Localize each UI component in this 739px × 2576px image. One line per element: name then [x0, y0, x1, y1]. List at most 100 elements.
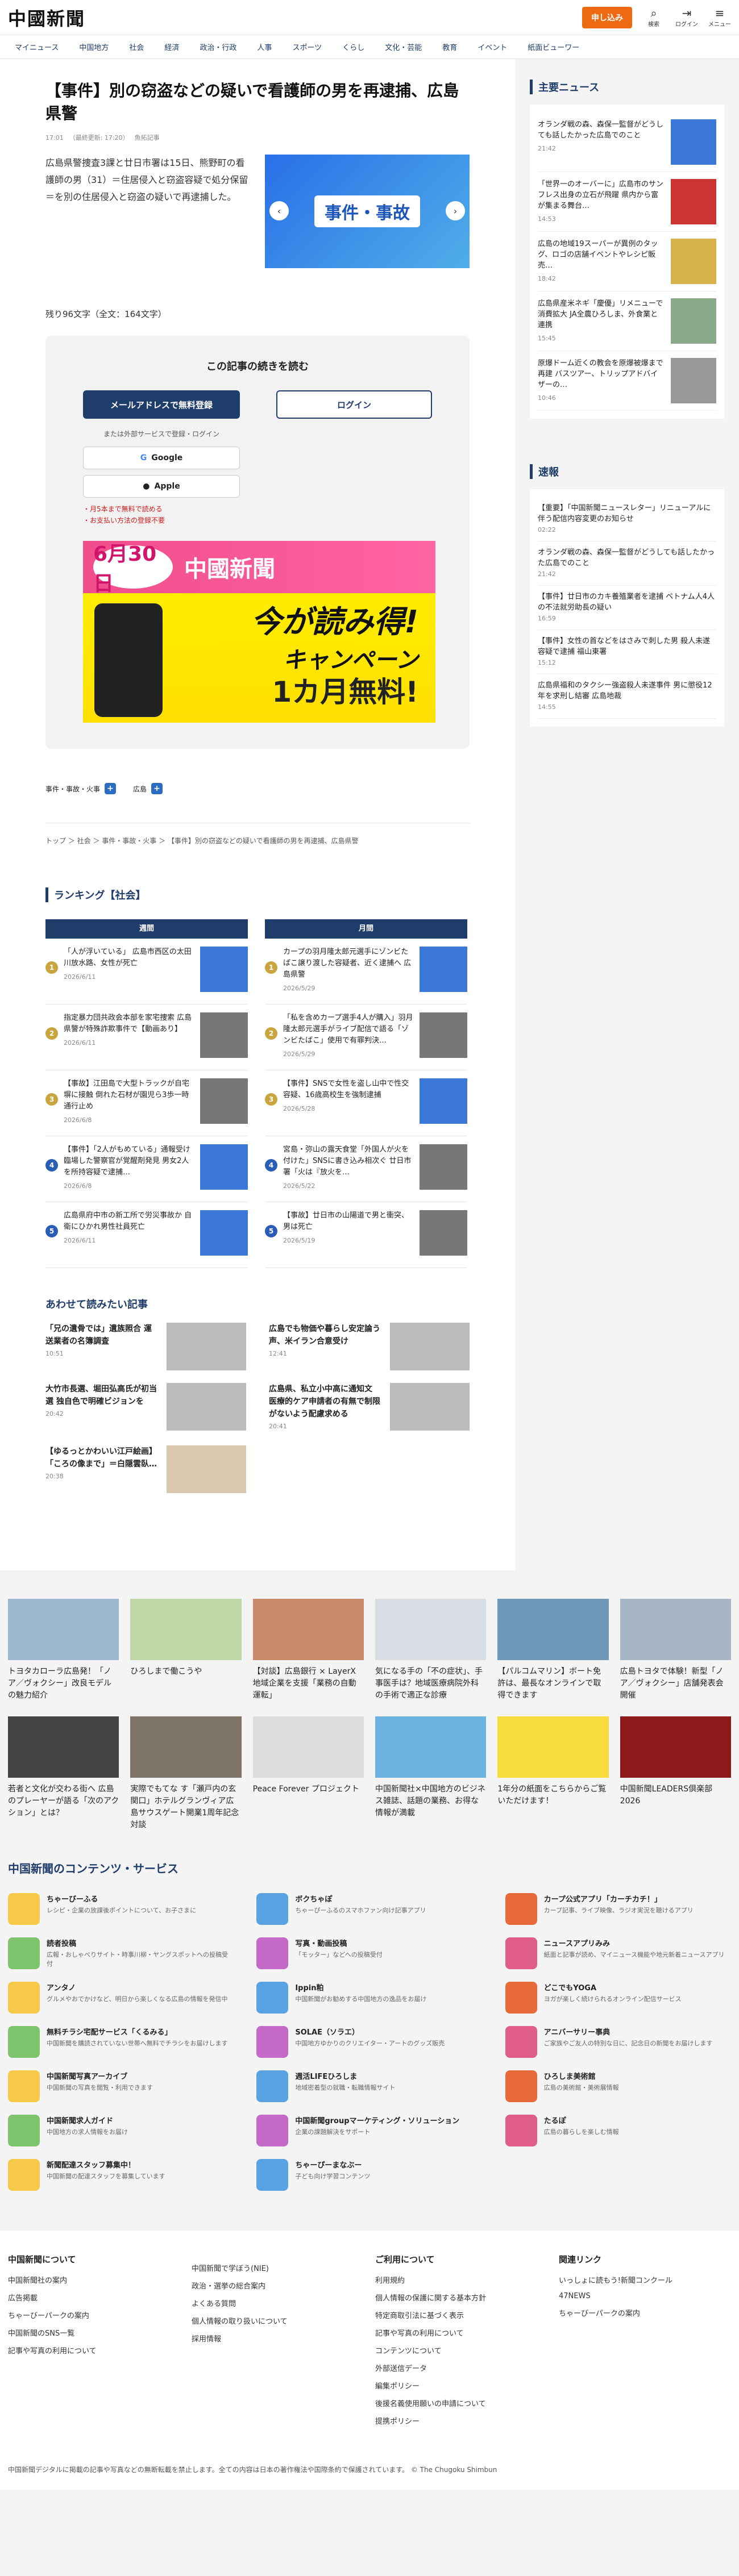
- footer-link[interactable]: 特定商取引法に基づく表示: [375, 2310, 547, 2320]
- tag-item[interactable]: 広島 +: [133, 783, 163, 794]
- promo-item[interactable]: 中国新聞LEADERS倶楽部2026: [620, 1716, 731, 1831]
- nav-item[interactable]: イベント: [467, 41, 517, 52]
- major-news-item[interactable]: 広島の地域19スーパーが異例のタッグ、ロゴの店舗イベントやレシピ販売… 18:42: [538, 232, 716, 291]
- service-item[interactable]: 中国新聞写真アーカイブ 中国新聞の写真を閲覧・利用できます: [8, 2070, 234, 2102]
- footer-link[interactable]: 編集ポリシー: [375, 2380, 547, 2391]
- nav-item[interactable]: 政治・行政: [189, 41, 247, 52]
- promo-item[interactable]: Peace Forever プロジェクト: [252, 1716, 364, 1831]
- footer-link[interactable]: 中国新聞で学ぼう(NIE): [192, 2262, 364, 2273]
- nav-item[interactable]: スポーツ: [282, 41, 332, 52]
- flash-item[interactable]: 【重要】「中国新聞ニュースレター」リニューアルに伴う配信内容変更のお知らせ 02:…: [538, 497, 716, 541]
- service-item[interactable]: ニュースアプリみみ 紙面と記事が読め、マイニュース機能や地元新着ニュースアプリ: [505, 1937, 731, 1969]
- promo-item[interactable]: 1年分の紙面をこちらからご覧いただけます！: [497, 1716, 609, 1831]
- footer-link[interactable]: 採用情報: [192, 2333, 364, 2344]
- related-item[interactable]: 広島県、私立小中高に通知文 医療的ケア申請者の有無で制限がないよう配慮求める 20…: [269, 1383, 470, 1433]
- major-news-item[interactable]: 原爆ドーム近くの教会を原爆被爆まで再建 バスツアー、トリップアドバイザーの… 10…: [538, 351, 716, 411]
- service-item[interactable]: 週活LIFEひろしま 地域密着型の就職・転職情報サイト: [256, 2070, 482, 2102]
- promo-item[interactable]: 【パルコムマリン】ボート免許は、最長なオンラインで取得できます: [497, 1599, 609, 1702]
- footer-link[interactable]: コンテンツについて: [375, 2345, 547, 2356]
- promo-item[interactable]: 若者と文化が交わる街へ 広島のプレーヤーが語る「次のアクション」とは？: [8, 1716, 119, 1831]
- major-news-item[interactable]: 広島県産米ネギ「慶優」リメニューで消費拡大 JA全農ひろしま、外食業と連携 15:…: [538, 291, 716, 351]
- mail-register-button[interactable]: メールアドレスで無料登録: [83, 390, 240, 419]
- service-item[interactable]: たるぽ 広島の暮らしを楽しむ情報: [505, 2115, 731, 2146]
- prev-arrow-icon[interactable]: ‹: [269, 201, 289, 220]
- major-news-heading[interactable]: 主要ニュース: [530, 80, 724, 94]
- ranking-item[interactable]: 5 【事故】廿日市の山陽道で男と衝突、男は死亡 2026/5/19: [265, 1202, 467, 1268]
- footer-link[interactable]: 広告掲載: [8, 2292, 180, 2303]
- related-item[interactable]: 【ゆるっとかわいい江戸絵画】「ころの像まで」＝白隠雲臥… 20:38: [45, 1445, 246, 1493]
- site-logo[interactable]: 中國新聞: [8, 5, 85, 31]
- tab-monthly[interactable]: 月間: [265, 919, 467, 939]
- breadcrumb[interactable]: トップ ＞ 社会 ＞ 事件・事故・火事 ＞ 【事件】別の窃盗などの疑いで看護師の…: [45, 823, 470, 845]
- campaign-banner[interactable]: 6月30日 中國新聞 今が読み得! キャンペーン 1カ月無料!: [83, 541, 435, 723]
- flash-item[interactable]: 広島県福和のタクシー強盗殺人未遂事件 男に懲役12年を求刑し結審 広島地裁 14:…: [538, 674, 716, 719]
- service-item[interactable]: 中国新聞groupマーケティング・ソリューション 企業の課題解決をサポート: [256, 2115, 482, 2146]
- flash-item[interactable]: 【事件】廿日市のカキ養殖業者を逮捕 ベトナム人4人の不法就労助長の疑い 16:59: [538, 586, 716, 630]
- footer-link[interactable]: 提携ポリシー: [375, 2415, 547, 2426]
- footer-link[interactable]: よくある質問: [192, 2298, 364, 2308]
- promo-item[interactable]: 実際でもてな す「瀬戸内の玄関口」ホテルグランヴィア広島サウスゲート開業1周年記…: [130, 1716, 242, 1831]
- service-item[interactable]: ひろしま美術館 広島の美術館・美術展情報: [505, 2070, 731, 2102]
- service-item[interactable]: 中国新聞求人ガイド 中国地方の求人情報をお届け: [8, 2115, 234, 2146]
- footer-link[interactable]: 外部送信データ: [375, 2362, 547, 2373]
- search-button[interactable]: ⌕ 検索: [642, 7, 665, 28]
- tab-weekly[interactable]: 週間: [45, 919, 248, 939]
- ranking-item[interactable]: 1 カープの羽月隆太郎元選手にゾンビたばこ譲り渡した容疑者、近く逮捕へ 広島県警 2…: [265, 939, 467, 1004]
- ranking-item[interactable]: 2 「私を含めカープ選手4人が購入」羽月隆太郎元選手がライブ配信で語る「ゾンビたば…: [265, 1004, 467, 1070]
- ranking-item[interactable]: 4 宮島・弥山の露天食堂「外国人が火を付けた」SNSに書き込み相次ぐ 廿日市署「火…: [265, 1136, 467, 1202]
- nav-item[interactable]: くらし: [332, 41, 375, 52]
- major-news-item[interactable]: オランダ戦の森、森保一監督がどうしても話したかった広島でのこと 21:42: [538, 112, 716, 172]
- ranking-item[interactable]: 5 広島県府中市の新工所で労災事故か 自衛にひかれ男性社員死亡 2026/6/11: [45, 1202, 248, 1268]
- ranking-item[interactable]: 3 【事件】SNSで女性を盗し山中で性交容疑、16歳高校生を強制逮捕 2026/5/…: [265, 1070, 467, 1136]
- share-link[interactable]: 魚拓記事: [135, 133, 160, 142]
- nav-item[interactable]: 紙面ビューワー: [517, 41, 589, 52]
- nav-item[interactable]: 教育: [432, 41, 467, 52]
- related-item[interactable]: 広島でも物価や暮らし安定論う声、米イラン合意受け 12:41: [269, 1323, 470, 1370]
- ranking-item[interactable]: 3 【事故】江田島で大型トラックが自宅塀に接触 倒れた石材が園児ら3歩一時通行止め…: [45, 1070, 248, 1136]
- service-item[interactable]: ちゃーびーふる レシピ・企業の放課後ポイントについて、お子さまに: [8, 1893, 234, 1925]
- footer-link[interactable]: ちゃーびーパークの案内: [559, 2307, 731, 2318]
- menu-button[interactable]: ≡ メニュー: [708, 7, 731, 28]
- footer-link[interactable]: 個人情報の取り扱いについて: [192, 2315, 364, 2326]
- nav-item[interactable]: 人事: [247, 41, 282, 52]
- promo-item[interactable]: 【対談】広島銀行 × LayerX 地域企業を支援「業務の自動運転」: [252, 1599, 364, 1702]
- promo-item[interactable]: 広島トヨタで体験！新型「ノア／ヴォクシー」店舗発表会開催: [620, 1599, 731, 1702]
- service-item[interactable]: ちゃーぴーまなぶー 子ども向け学習コンテンツ: [256, 2159, 482, 2191]
- promo-item[interactable]: ひろしまで働こうや: [130, 1599, 242, 1702]
- nav-item[interactable]: 経済: [154, 41, 189, 52]
- ranking-item[interactable]: 1 「人が浮いている」 広島市西区の太田川放水路、女性が死亡 2026/6/11: [45, 939, 248, 1004]
- promo-item[interactable]: 中国新聞社×中国地方のビジネス雑誌、話題の業務、お得な情報が満載: [375, 1716, 487, 1831]
- nav-item[interactable]: 文化・芸能: [375, 41, 432, 52]
- article-image-slider[interactable]: ‹ 事件・事故 ›: [265, 155, 470, 268]
- flash-item[interactable]: オランダ戦の森、森保一監督がどうしても話したかった広島でのこと 21:42: [538, 541, 716, 586]
- next-arrow-icon[interactable]: ›: [446, 201, 465, 220]
- promo-item[interactable]: トヨタカローラ広島発！「ノア／ヴォクシー」改良モデルの魅力紹介: [8, 1599, 119, 1702]
- footer-link[interactable]: 後援名義使用願いの申請について: [375, 2398, 547, 2408]
- footer-link[interactable]: 記事や写真の利用について: [8, 2345, 180, 2356]
- nav-item[interactable]: マイニュース: [5, 41, 69, 52]
- service-item[interactable]: カープ公式アプリ「カーチカチ！」 カープ記事、ライブ映像、ラジオ実況を聴けるアプリ: [505, 1893, 731, 1925]
- nav-item[interactable]: 社会: [119, 41, 154, 52]
- major-news-item[interactable]: 「世界一のオーバーに」広島市のサンフレス出身の立石が飛躍 県内から富が集まる舞台…: [538, 172, 716, 232]
- footer-link[interactable]: 利用規約: [375, 2274, 547, 2285]
- login-button[interactable]: ⇥ ログイン: [675, 7, 698, 28]
- footer-link[interactable]: 中国新聞のSNS一覧: [8, 2327, 180, 2338]
- service-item[interactable]: ボクちゃぽ ちゃーぴーふるのスマホファン向け記事アプリ: [256, 1893, 482, 1925]
- login-button-paywall[interactable]: ログイン: [276, 390, 432, 419]
- footer-link[interactable]: 政治・選挙の総合案内: [192, 2280, 364, 2291]
- footer-link[interactable]: 記事や写真の利用について: [375, 2327, 547, 2338]
- footer-link[interactable]: 中国新聞社の案内: [8, 2274, 180, 2285]
- service-item[interactable]: 無料チラシ宅配サービス「くるみる」 中国新聞を購読されていない世帯へ無料でチラシを…: [8, 2026, 234, 2058]
- service-item[interactable]: どこでもYOGA ヨガが楽しく続けられるオンライン配信サービス: [505, 1982, 731, 2014]
- nav-item[interactable]: 中国地方: [69, 41, 119, 52]
- service-item[interactable]: 読者投稿 広報・おしゃべりサイト・時事川柳・ヤングスポットへの投稿受付: [8, 1937, 234, 1969]
- flash-item[interactable]: 【事件】女性の首などをはさみで刺した男 殺人未遂容疑で逮捕 福山東署 15:12: [538, 630, 716, 674]
- footer-link[interactable]: いっしょに読もう!新聞コンクール: [559, 2274, 731, 2285]
- service-item[interactable]: Ippin粕 中国新聞がお勧めする中国地方の逸品をお届け: [256, 1982, 482, 2014]
- service-item[interactable]: 写真・動画投稿 「モッター」などへの投稿受付: [256, 1937, 482, 1969]
- footer-link[interactable]: 47NEWS: [559, 2292, 731, 2300]
- ranking-item[interactable]: 4 【事件】「2人がもめている」通報受け臨場した警察官が覚醒剤発見 男女2人を所持…: [45, 1136, 248, 1202]
- footer-link[interactable]: 個人情報の保護に関する基本方針: [375, 2292, 547, 2303]
- promo-item[interactable]: 気になる手の「不の症状」、手事医手は？地域医療病院外科の手術で適正な診療: [375, 1599, 487, 1702]
- service-item[interactable]: 新聞配達スタッフ募集中！ 中国新聞の配達スタッフを募集しています: [8, 2159, 234, 2191]
